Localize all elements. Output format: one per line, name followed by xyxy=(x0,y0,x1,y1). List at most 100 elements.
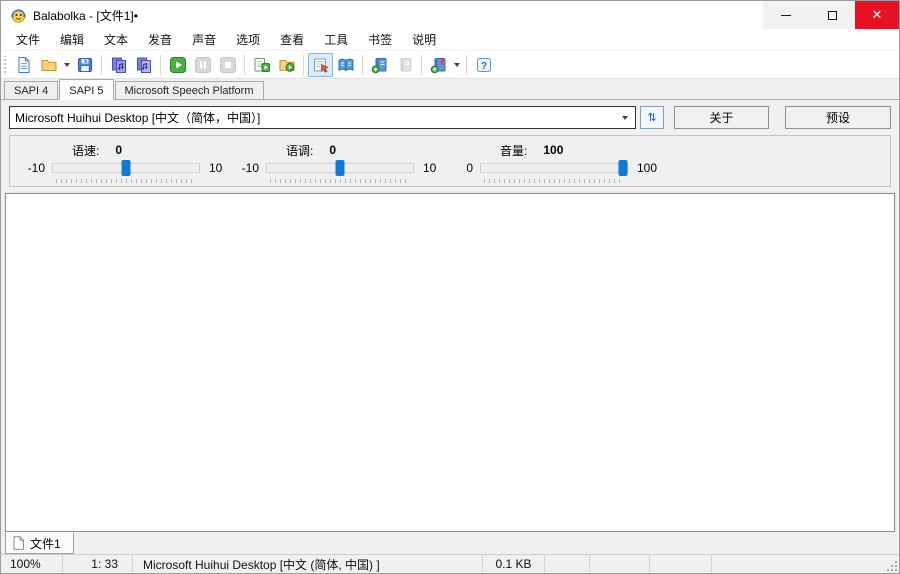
menu-tools[interactable]: 工具 xyxy=(314,29,358,50)
status-zoom: 100% xyxy=(1,555,63,573)
play-button[interactable] xyxy=(165,53,190,77)
pitch-slider-thumb[interactable] xyxy=(336,160,345,176)
maximize-icon xyxy=(828,11,837,20)
open-file-icon xyxy=(40,56,58,74)
pitch-min-label: -10 xyxy=(236,160,266,176)
save-audio-file-button[interactable] xyxy=(106,53,131,77)
minimize-button[interactable] xyxy=(763,1,809,29)
tab-sapi5[interactable]: SAPI 5 xyxy=(59,79,113,100)
menu-options[interactable]: 选项 xyxy=(226,29,270,50)
dictionary-edit-icon xyxy=(396,56,414,74)
combo-chevron-down-icon[interactable] xyxy=(615,116,635,120)
convert-to-audio-icon xyxy=(135,56,153,74)
save-file-icon xyxy=(76,56,94,74)
menu-bookmarks[interactable]: 书签 xyxy=(358,29,402,50)
document-tabbar: 文件1 xyxy=(1,532,899,554)
volume-value: 100 xyxy=(543,143,563,157)
rate-slider[interactable] xyxy=(52,160,200,184)
pitch-slider-ticks xyxy=(270,179,410,183)
status-cursor-position: 1: 33 xyxy=(63,555,133,573)
rate-max-label: 10 xyxy=(200,160,236,176)
volume-slider[interactable] xyxy=(480,160,628,184)
pitch-slider[interactable] xyxy=(266,160,414,184)
help-icon: ? xyxy=(475,56,493,74)
convert-to-audio-button[interactable] xyxy=(131,53,156,77)
new-document-icon xyxy=(15,56,33,74)
menu-file[interactable]: 文件 xyxy=(6,29,50,50)
window-title: Balabolka - [文件1]• xyxy=(33,7,138,24)
open-file-button[interactable] xyxy=(36,53,61,77)
rate-slider-thumb[interactable] xyxy=(122,160,131,176)
dictionary-add-button[interactable] xyxy=(367,53,392,77)
status-empty-cell xyxy=(590,555,650,573)
save-audio-file-icon xyxy=(110,56,128,74)
stop-icon xyxy=(219,56,237,74)
refresh-icon: ⇅ xyxy=(647,111,656,124)
toolbar-separator xyxy=(303,55,304,75)
text-editor[interactable] xyxy=(5,193,895,532)
dictionary-extra-button[interactable] xyxy=(426,53,451,77)
presets-button[interactable]: 预设 xyxy=(785,106,891,129)
help-button[interactable]: ? xyxy=(471,53,496,77)
volume-slider-group: 音量: 100 0 100 xyxy=(450,141,664,186)
status-bar: 100% 1: 33 Microsoft Huihui Desktop [中文 … xyxy=(1,554,899,573)
resize-grip[interactable] xyxy=(886,560,898,572)
pitch-value: 0 xyxy=(329,143,336,157)
pause-icon xyxy=(194,56,212,74)
volume-label: 音量: xyxy=(500,142,527,159)
pause-button[interactable] xyxy=(190,53,215,77)
rate-slider-ticks xyxy=(56,179,196,183)
tab-sapi4[interactable]: SAPI 4 xyxy=(4,81,58,99)
menu-text[interactable]: 文本 xyxy=(94,29,138,50)
volume-slider-thumb[interactable] xyxy=(619,160,628,176)
speak-file-button[interactable] xyxy=(249,53,274,77)
rate-min-label: -10 xyxy=(22,160,52,176)
minimize-icon xyxy=(781,15,791,16)
status-empty-cell xyxy=(650,555,712,573)
volume-min-label: 0 xyxy=(450,160,480,176)
document-tab-file1[interactable]: 文件1 xyxy=(5,532,74,554)
rate-label: 语速: xyxy=(72,142,99,159)
tab-microsoft-speech-platform[interactable]: Microsoft Speech Platform xyxy=(115,81,264,99)
voice-select[interactable]: Microsoft Huihui Desktop [中文（简体，中国）] xyxy=(9,106,636,129)
status-empty-cell xyxy=(545,555,590,573)
new-document-button[interactable] xyxy=(11,53,36,77)
toolbar-separator xyxy=(466,55,467,75)
dictionary-edit-button[interactable] xyxy=(392,53,417,77)
menu-view[interactable]: 查看 xyxy=(270,29,314,50)
rate-slider-group: 语速: 0 -10 10 xyxy=(22,141,236,186)
speech-parameters-panel: 语速: 0 -10 10 语调: 0 -10 xyxy=(9,135,891,187)
toolbar-separator xyxy=(244,55,245,75)
about-voice-button[interactable]: 关于 xyxy=(674,106,769,129)
voice-row: Microsoft Huihui Desktop [中文（简体，中国）] ⇅ 关… xyxy=(1,100,899,133)
status-empty-cell xyxy=(712,555,899,573)
pitch-max-label: 10 xyxy=(414,160,450,176)
open-file-dropdown[interactable] xyxy=(61,53,72,77)
close-button[interactable]: ✕ xyxy=(855,1,899,29)
menu-sound[interactable]: 声音 xyxy=(182,29,226,50)
stop-button[interactable] xyxy=(215,53,240,77)
batch-file-converter-button[interactable] xyxy=(274,53,299,77)
menu-help[interactable]: 说明 xyxy=(402,29,446,50)
text-highlight-toggle[interactable] xyxy=(308,53,333,77)
menu-edit[interactable]: 编辑 xyxy=(50,29,94,50)
dictionary-extra-dropdown[interactable] xyxy=(451,53,462,77)
save-file-button[interactable] xyxy=(72,53,97,77)
dictionary-button[interactable] xyxy=(333,53,358,77)
maximize-button[interactable] xyxy=(809,1,855,29)
dictionary-icon xyxy=(337,56,355,74)
status-voice-name: Microsoft Huihui Desktop [中文 (简体, 中国) ] xyxy=(133,555,483,573)
window-controls: ✕ xyxy=(763,1,899,29)
status-file-size: 0.1 KB xyxy=(483,555,545,573)
toolbar-separator xyxy=(362,55,363,75)
speak-file-icon xyxy=(253,56,271,74)
menu-pronounce[interactable]: 发音 xyxy=(138,29,182,50)
refresh-voices-button[interactable]: ⇅ xyxy=(640,106,664,129)
pitch-label: 语调: xyxy=(286,142,313,159)
toolbar-separator xyxy=(160,55,161,75)
dictionary-extra-icon xyxy=(430,56,448,74)
pitch-slider-group: 语调: 0 -10 10 xyxy=(236,141,450,186)
title-bar: Balabolka - [文件1]• ✕ xyxy=(1,1,899,29)
document-icon xyxy=(12,536,25,550)
balabolka-window: Balabolka - [文件1]• ✕ 文件 编辑 文本 发音 声音 选项 查… xyxy=(0,0,900,574)
